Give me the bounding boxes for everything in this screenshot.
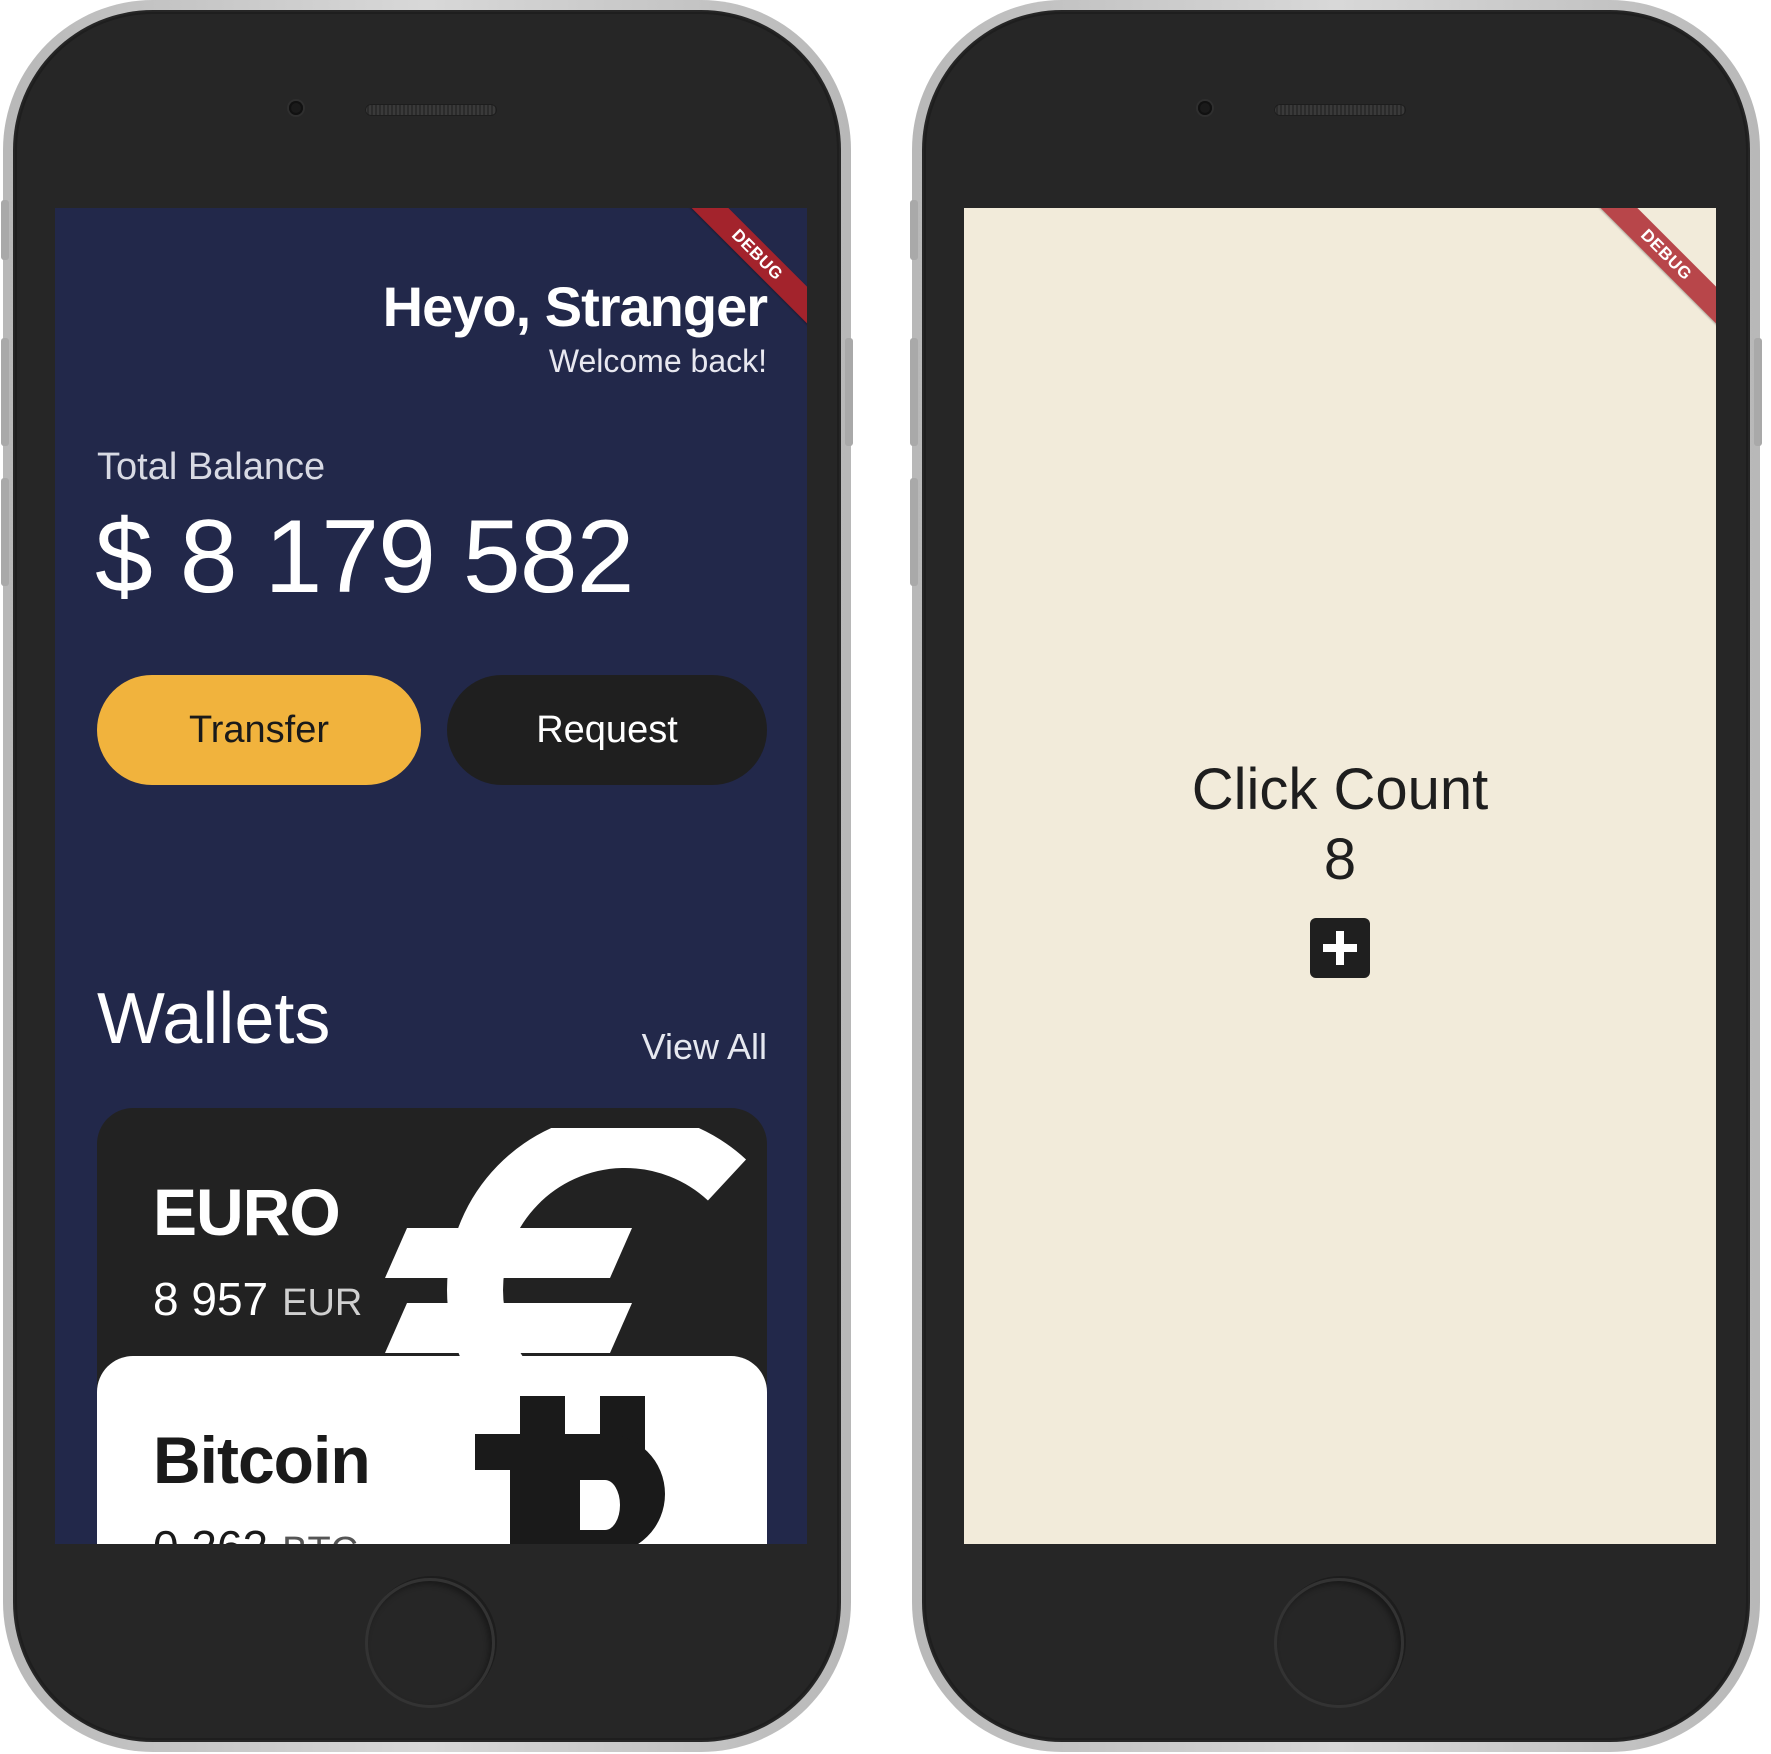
wallet-name: EURO (153, 1175, 341, 1249)
front-camera (289, 101, 303, 115)
welcome-subtitle: Welcome back! (548, 343, 767, 379)
click-count-label: Click Count (1191, 757, 1489, 822)
request-button[interactable]: Request (447, 675, 767, 785)
wallet-screen: DEBUG Heyo, Stranger Welcome back! Total… (55, 208, 807, 1544)
volume-up-button (910, 338, 918, 446)
volume-down-button (1, 478, 9, 586)
speaker-grille (365, 104, 497, 116)
mute-switch (910, 200, 918, 260)
transfer-button[interactable]: Transfer (97, 675, 421, 785)
wallet-amount-unit: EUR (282, 1282, 363, 1324)
greeting-title: Heyo, Stranger (382, 275, 768, 338)
click-count-value: 8 (1323, 827, 1357, 892)
wallet-amount-unit: BTC (282, 1530, 358, 1544)
home-button[interactable] (365, 1578, 495, 1708)
wallet-amount-value: 0.262 (153, 1521, 268, 1544)
phone-frame-left: DEBUG Heyo, Stranger Welcome back! Total… (1, 0, 853, 1752)
debug-banner: DEBUG (1593, 208, 1716, 328)
euro-icon (385, 1128, 746, 1388)
increment-button[interactable] (1310, 918, 1370, 978)
front-camera (1198, 101, 1212, 115)
plus-icon (1323, 931, 1357, 965)
view-all-link[interactable]: View All (642, 1026, 767, 1068)
volume-up-button (1, 338, 9, 446)
total-balance-value: $ 8 179 582 (95, 499, 634, 615)
wallets-heading: Wallets (97, 979, 331, 1059)
volume-down-button (910, 478, 918, 586)
phone-frame-right: DEBUG Click Count 8 (910, 0, 1762, 1752)
wallet-card-bitcoin[interactable]: Bitcoin 0.262 BTC (97, 1356, 767, 1544)
bitcoin-icon (475, 1396, 665, 1544)
total-balance-label: Total Balance (97, 446, 326, 488)
wallet-amount: 0.262 BTC (153, 1520, 358, 1544)
counter-screen: DEBUG Click Count 8 (964, 208, 1716, 1544)
power-button (1754, 338, 1762, 446)
speaker-grille (1274, 104, 1406, 116)
wallet-name: Bitcoin (153, 1423, 371, 1497)
mute-switch (1, 200, 9, 260)
wallet-amount: 8 957 EUR (153, 1272, 362, 1326)
home-button[interactable] (1274, 1578, 1404, 1708)
power-button (845, 338, 853, 446)
wallet-amount-value: 8 957 (153, 1273, 269, 1325)
